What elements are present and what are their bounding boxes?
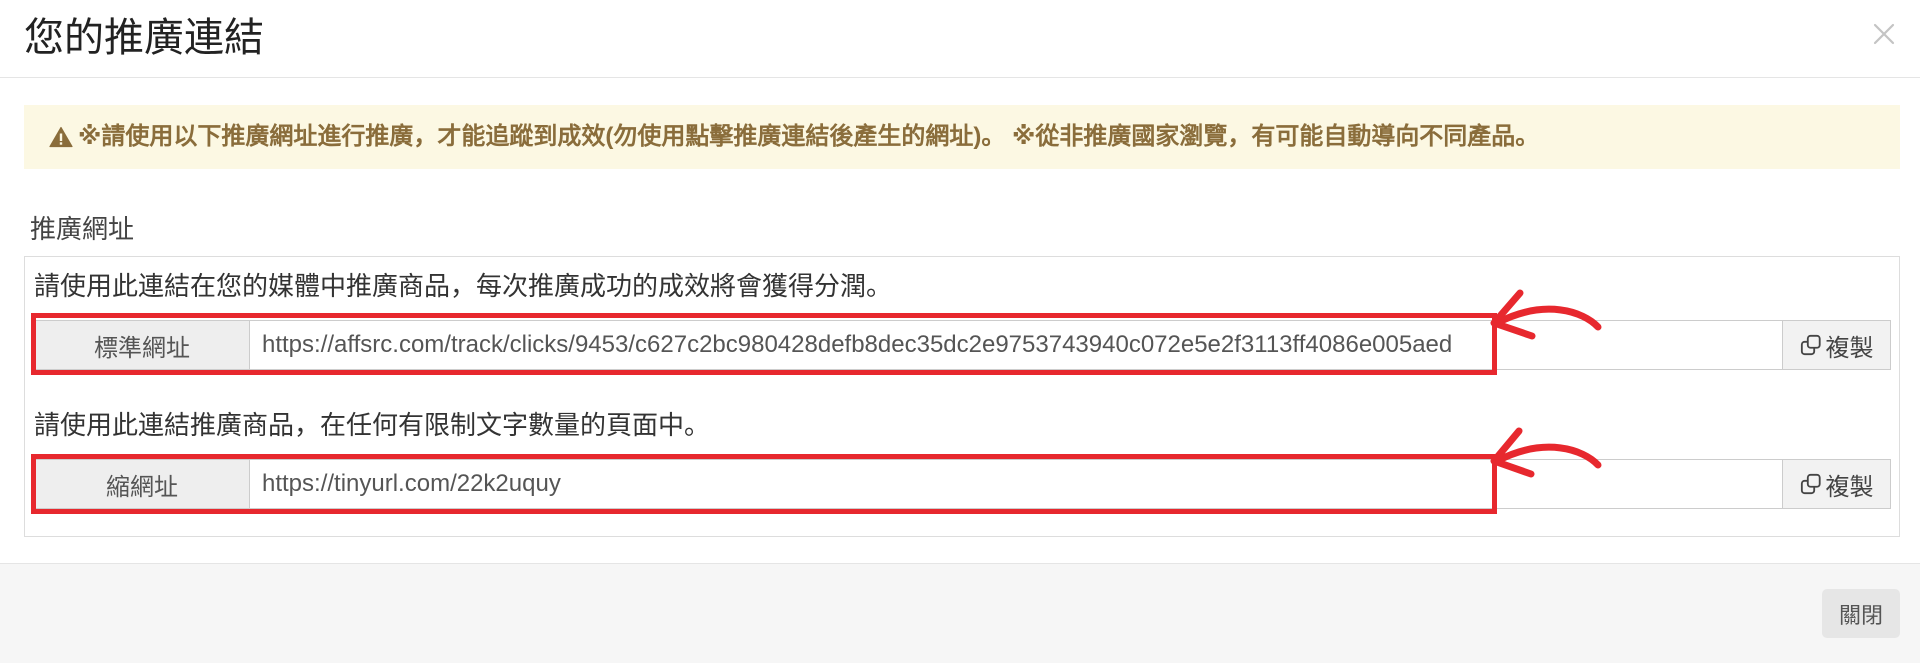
standard-link-input[interactable] (249, 320, 1783, 370)
short-link-input[interactable] (249, 459, 1783, 509)
section-label: 推廣網址 (30, 214, 135, 244)
short-link-addon: 縮網址 (34, 459, 249, 509)
modal-title: 您的推廣連結 (24, 16, 264, 60)
copy-icon (1800, 473, 1822, 495)
warning-icon (49, 125, 73, 149)
close-button[interactable]: 關閉 (1822, 589, 1900, 638)
modal-header: 您的推廣連結 (0, 0, 1920, 78)
warning-alert: ※請使用以下推廣網址進行推廣，才能追蹤到成效(勿使用點擊推廣連結後產生的網址)。… (24, 105, 1900, 169)
copy-short-link-button[interactable]: 複製 (1783, 459, 1891, 509)
copy-icon (1800, 334, 1822, 356)
short-link-description: 請使用此連結推廣商品，在任何有限制文字數量的頁面中。 (34, 410, 711, 440)
standard-link-description: 請使用此連結在您的媒體中推廣商品，每次推廣成功的成效將會獲得分潤。 (34, 271, 893, 301)
copy-standard-link-button[interactable]: 複製 (1783, 320, 1891, 370)
modal-footer: 關閉 (0, 563, 1920, 663)
copy-button-label: 複製 (1825, 473, 1874, 501)
link-panel: 請使用此連結在您的媒體中推廣商品，每次推廣成功的成效將會獲得分潤。 標準網址 複… (24, 256, 1900, 537)
standard-link-group: 標準網址 複製 (34, 320, 1891, 370)
short-link-group: 縮網址 複製 (34, 459, 1891, 509)
standard-link-addon: 標準網址 (34, 320, 249, 370)
warning-text: ※請使用以下推廣網址進行推廣，才能追蹤到成效(勿使用點擊推廣連結後產生的網址)。… (78, 123, 1540, 150)
close-icon[interactable] (1870, 20, 1898, 48)
copy-button-label: 複製 (1825, 334, 1874, 362)
